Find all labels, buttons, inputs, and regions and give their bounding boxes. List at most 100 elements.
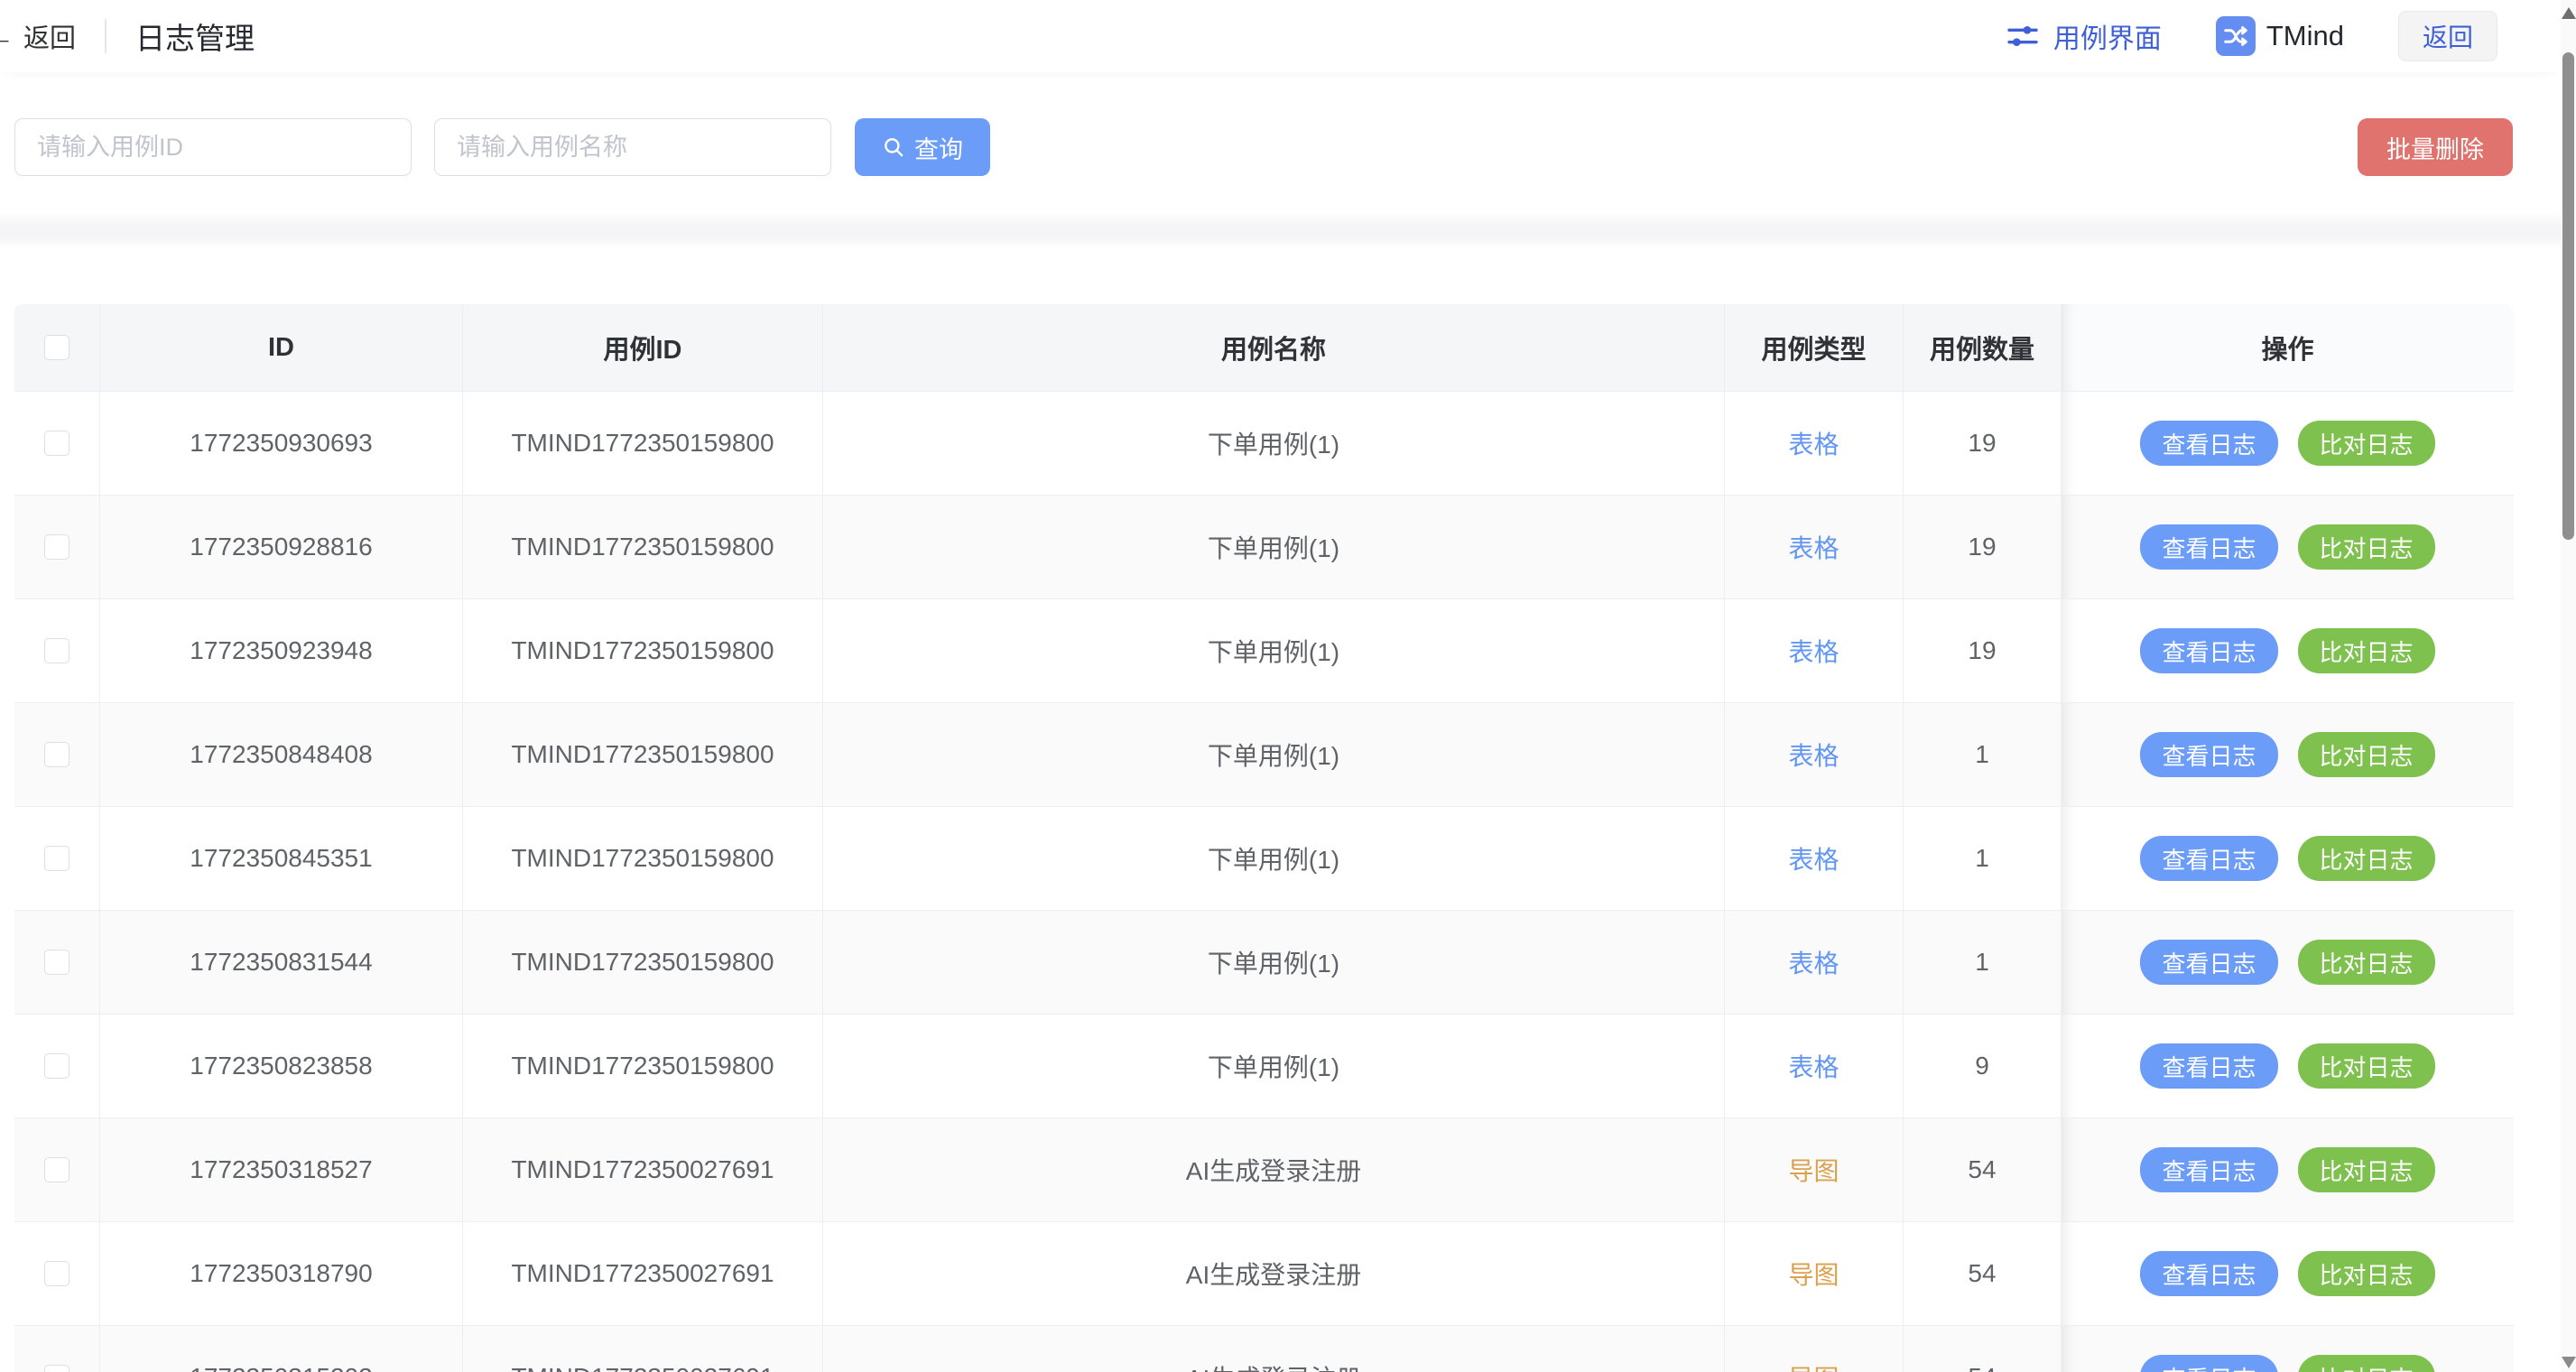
view-log-button[interactable]: 查看日志 bbox=[2140, 421, 2277, 466]
case-type-link[interactable]: 表格 bbox=[1788, 425, 1839, 461]
sliders-icon bbox=[2005, 18, 2041, 54]
row-checkbox[interactable] bbox=[44, 534, 69, 560]
usecase-ui-label[interactable]: 用例界面 bbox=[2053, 16, 2162, 56]
case-type-link[interactable]: 导图 bbox=[1788, 1256, 1839, 1292]
cell-case-name: 下单用例(1) bbox=[823, 807, 1725, 910]
cell-case-name: 下单用例(1) bbox=[823, 1015, 1725, 1117]
cell-case-name: 下单用例(1) bbox=[823, 599, 1725, 702]
cell-id: 1772350848408 bbox=[100, 703, 463, 806]
cell-case-id: TMIND1772350159800 bbox=[463, 496, 823, 598]
column-header-case-type: 用例类型 bbox=[1725, 304, 1904, 391]
scroll-down-arrow-icon[interactable] bbox=[2562, 1357, 2576, 1368]
return-button[interactable]: 返回 bbox=[2398, 11, 2497, 61]
view-log-button[interactable]: 查看日志 bbox=[2140, 628, 2277, 673]
compare-log-button[interactable]: 比对日志 bbox=[2298, 836, 2435, 881]
cell-case-id: TMIND1772350159800 bbox=[463, 1015, 823, 1117]
select-all-checkbox[interactable] bbox=[44, 335, 69, 360]
table-row: 1772350318790 TMIND1772350027691 AI生成登录注… bbox=[14, 1221, 2514, 1325]
row-checkbox[interactable] bbox=[44, 1053, 69, 1079]
batch-delete-button[interactable]: 批量删除 bbox=[2358, 118, 2513, 176]
compare-log-button[interactable]: 比对日志 bbox=[2298, 732, 2435, 777]
cell-id: 1772350845351 bbox=[100, 807, 463, 910]
compare-log-button[interactable]: 比对日志 bbox=[2298, 1147, 2435, 1192]
compare-log-button[interactable]: 比对日志 bbox=[2298, 1043, 2435, 1089]
vertical-scrollbar[interactable] bbox=[2561, 0, 2576, 1372]
column-header-case-id: 用例ID bbox=[463, 304, 823, 391]
view-log-button[interactable]: 查看日志 bbox=[2140, 1043, 2277, 1089]
cell-case-name: 下单用例(1) bbox=[823, 703, 1725, 806]
view-log-button[interactable]: 查看日志 bbox=[2140, 524, 2277, 570]
scrollbar-thumb[interactable] bbox=[2562, 52, 2574, 540]
table-row: 1772350923948 TMIND1772350159800 下单用例(1)… bbox=[14, 598, 2514, 702]
topbar-right: 用例界面 TMind 返回 bbox=[2005, 0, 2497, 72]
row-checkbox[interactable] bbox=[44, 1261, 69, 1286]
case-name-input[interactable] bbox=[434, 118, 831, 176]
row-checkbox[interactable] bbox=[44, 638, 69, 663]
table-row: 1772350845351 TMIND1772350159800 下单用例(1)… bbox=[14, 806, 2514, 910]
compare-log-button[interactable]: 比对日志 bbox=[2298, 940, 2435, 985]
shuffle-icon bbox=[2216, 16, 2256, 56]
case-type-link[interactable]: 表格 bbox=[1788, 944, 1839, 980]
cell-case-name: 下单用例(1) bbox=[823, 911, 1725, 1014]
row-checkbox[interactable] bbox=[44, 742, 69, 767]
cell-case-id: TMIND1772350159800 bbox=[463, 807, 823, 910]
row-checkbox[interactable] bbox=[44, 1157, 69, 1182]
back-arrow-icon[interactable]: ← bbox=[0, 20, 14, 53]
cell-case-id: TMIND1772350159800 bbox=[463, 703, 823, 806]
case-type-link[interactable]: 表格 bbox=[1788, 633, 1839, 669]
table-row: 1772350848408 TMIND1772350159800 下单用例(1)… bbox=[14, 702, 2514, 806]
cell-case-name: 下单用例(1) bbox=[823, 496, 1725, 598]
cell-id: 1772350923948 bbox=[100, 599, 463, 702]
case-type-link[interactable]: 表格 bbox=[1788, 529, 1839, 565]
row-checkbox[interactable] bbox=[44, 950, 69, 975]
back-label[interactable]: 返回 bbox=[23, 17, 76, 55]
usecase-ui-link[interactable]: 用例界面 bbox=[2005, 16, 2162, 56]
cell-case-count: 1 bbox=[1904, 703, 2062, 806]
scroll-up-arrow-icon[interactable] bbox=[2562, 7, 2576, 19]
query-button[interactable]: 查询 bbox=[855, 118, 990, 176]
cell-case-name: AI生成登录注册 bbox=[823, 1326, 1725, 1372]
case-type-link[interactable]: 表格 bbox=[1788, 840, 1839, 876]
case-type-link[interactable]: 表格 bbox=[1788, 737, 1839, 773]
case-id-input[interactable] bbox=[14, 118, 412, 176]
title-divider bbox=[105, 19, 107, 53]
column-header-case-name: 用例名称 bbox=[823, 304, 1725, 391]
table-row: 1772350928816 TMIND1772350159800 下单用例(1)… bbox=[14, 495, 2514, 598]
view-log-button[interactable]: 查看日志 bbox=[2140, 1147, 2277, 1192]
cell-id: 1772350930693 bbox=[100, 392, 463, 495]
cell-case-id: TMIND1772350027691 bbox=[463, 1222, 823, 1325]
tmind-brand[interactable]: TMind bbox=[2216, 16, 2344, 56]
case-type-link[interactable]: 表格 bbox=[1788, 1048, 1839, 1084]
row-checkbox[interactable] bbox=[44, 846, 69, 871]
view-log-button[interactable]: 查看日志 bbox=[2140, 836, 2277, 881]
compare-log-button[interactable]: 比对日志 bbox=[2298, 1355, 2435, 1372]
case-type-link[interactable]: 导图 bbox=[1788, 1359, 1839, 1372]
row-checkbox[interactable] bbox=[44, 431, 69, 456]
view-log-button[interactable]: 查看日志 bbox=[2140, 1355, 2277, 1372]
cell-id: 1772350831544 bbox=[100, 911, 463, 1014]
log-management-page: ← 返回 日志管理 用例界面 bbox=[0, 0, 2576, 1372]
back-nav[interactable]: ← 返回 日志管理 bbox=[0, 0, 255, 72]
compare-log-button[interactable]: 比对日志 bbox=[2298, 524, 2435, 570]
compare-log-button[interactable]: 比对日志 bbox=[2298, 421, 2435, 466]
cell-case-count: 54 bbox=[1904, 1326, 2062, 1372]
table-row: 1772350823858 TMIND1772350159800 下单用例(1)… bbox=[14, 1014, 2514, 1117]
cell-case-id: TMIND1772350159800 bbox=[463, 911, 823, 1014]
cell-case-id: TMIND1772350159800 bbox=[463, 392, 823, 495]
compare-log-button[interactable]: 比对日志 bbox=[2298, 628, 2435, 673]
cell-case-name: AI生成登录注册 bbox=[823, 1222, 1725, 1325]
view-log-button[interactable]: 查看日志 bbox=[2140, 1251, 2277, 1296]
view-log-button[interactable]: 查看日志 bbox=[2140, 732, 2277, 777]
section-separator bbox=[0, 212, 2561, 248]
view-log-button[interactable]: 查看日志 bbox=[2140, 940, 2277, 985]
cell-case-count: 19 bbox=[1904, 496, 2062, 598]
cell-case-count: 19 bbox=[1904, 599, 2062, 702]
compare-log-button[interactable]: 比对日志 bbox=[2298, 1251, 2435, 1296]
table-header-row: ID 用例ID 用例名称 用例类型 用例数量 操作 bbox=[14, 304, 2514, 391]
table-row: 1772350318527 TMIND1772350027691 AI生成登录注… bbox=[14, 1117, 2514, 1221]
cell-case-id: TMIND1772350159800 bbox=[463, 599, 823, 702]
case-type-link[interactable]: 导图 bbox=[1788, 1152, 1839, 1188]
cell-case-count: 9 bbox=[1904, 1015, 2062, 1117]
tmind-label[interactable]: TMind bbox=[2266, 20, 2344, 52]
row-checkbox[interactable] bbox=[44, 1365, 69, 1372]
